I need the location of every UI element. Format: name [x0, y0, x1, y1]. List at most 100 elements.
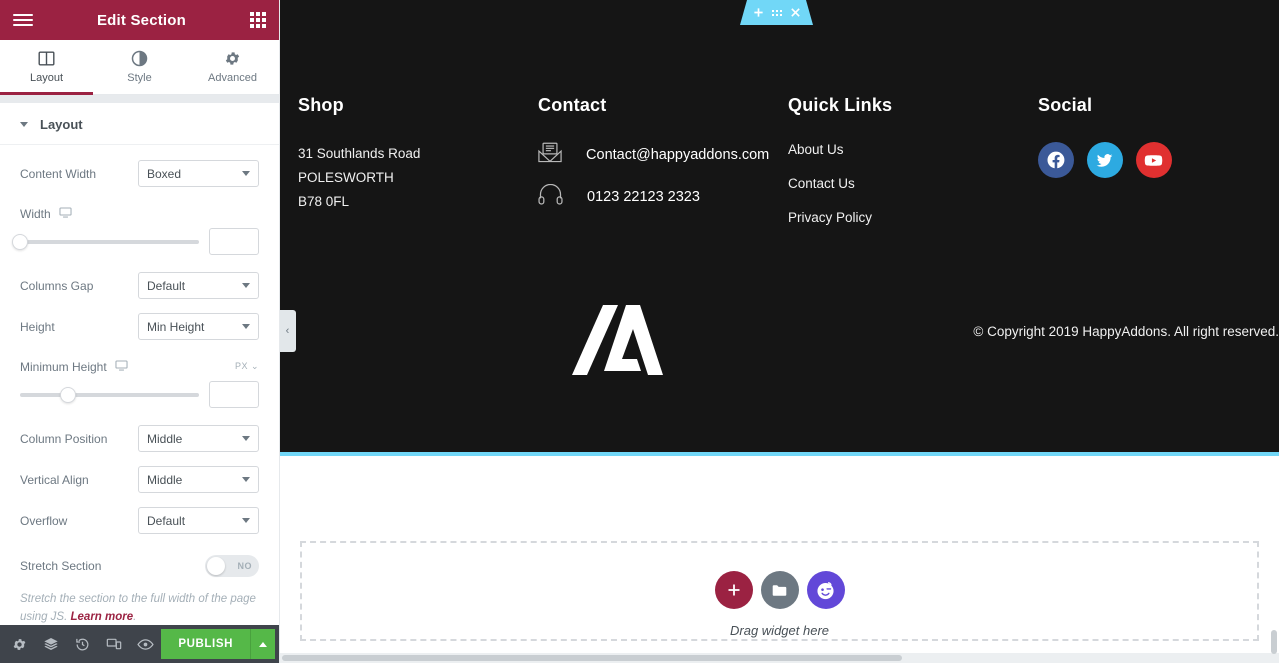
chevron-left-icon: ‹ [285, 324, 290, 337]
width-slider-knob[interactable] [12, 233, 28, 250]
stretch-section-state: NO [237, 561, 252, 571]
column-position-value: Middle [147, 431, 183, 446]
minimum-height-label: Minimum Height [20, 359, 107, 374]
social-links [1037, 142, 1279, 178]
publish-button[interactable]: PUBLISH [161, 629, 251, 659]
minimum-height-unit[interactable]: PX ⌄ [235, 361, 259, 372]
footer-column-social: Social [1037, 95, 1279, 244]
height-select[interactable]: Min Height [138, 313, 259, 340]
chevron-down-icon [20, 122, 28, 127]
width-input[interactable] [209, 228, 259, 255]
happyaddons-button[interactable] [806, 571, 845, 609]
contact-phone-row[interactable]: 0123 22123 2323 [538, 183, 788, 210]
columns-gap-select[interactable]: Default [138, 272, 259, 299]
minimum-height-slider-track [20, 392, 199, 397]
contact-email-row[interactable]: Contact@happyaddons.com [538, 142, 788, 168]
columns-gap-value: Default [147, 278, 186, 293]
close-x-icon[interactable] [790, 7, 801, 18]
chevron-down-icon [242, 436, 250, 441]
learn-more-link[interactable]: Learn more [71, 611, 134, 623]
column-position-label: Column Position [20, 431, 108, 446]
quick-link-about-us[interactable]: About Us [788, 142, 1038, 157]
horizontal-scrollbar-track[interactable] [280, 653, 1279, 663]
footer-section[interactable]: Shop 31 Southlands Road POLESWORTH B78 0… [280, 0, 1279, 456]
control-stretch-section: Stretch Section NO [0, 541, 279, 584]
footer-column-quick-links: Quick Links About Us Contact Us Privacy … [788, 95, 1038, 244]
tab-layout-label: Layout [29, 72, 64, 84]
width-label-group: Width [20, 206, 138, 222]
vertical-scrollbar-thumb[interactable] [1271, 630, 1277, 654]
add-section-button[interactable] [714, 571, 753, 609]
control-vertical-align: Vertical Align Middle [0, 459, 279, 500]
gear-icon [224, 50, 241, 67]
minimum-height-label-group: Minimum Height [20, 359, 128, 375]
facebook-icon[interactable] [1037, 142, 1074, 178]
shop-address-line: 31 Southlands Road [298, 146, 421, 161]
publish-options-button[interactable] [250, 629, 276, 659]
vertical-align-label: Vertical Align [20, 472, 89, 487]
horizontal-scrollbar-thumb[interactable] [282, 655, 902, 661]
footer-column-contact: Contact Contact@happyaddons.com 0123 221… [538, 95, 788, 244]
empty-canvas-area: Drag widget here [280, 456, 1279, 655]
history-revisions-icon[interactable] [67, 625, 98, 663]
content-width-value: Boxed [147, 166, 182, 181]
overflow-value: Default [147, 513, 186, 528]
desktop-icon[interactable] [59, 206, 72, 222]
quick-link-contact-us[interactable]: Contact Us [788, 176, 1038, 191]
content-width-select[interactable]: Boxed [138, 160, 259, 187]
editor-panel: Edit Section Layout Style Advanced Layou… [0, 0, 280, 663]
shop-heading: Shop [298, 95, 344, 115]
overflow-select[interactable]: Default [138, 507, 259, 534]
widget-dropzone[interactable]: Drag widget here [300, 541, 1259, 641]
column-position-select[interactable]: Middle [138, 425, 259, 452]
panel-tabs: Layout Style Advanced [0, 40, 279, 95]
hamburger-icon[interactable] [13, 14, 33, 26]
layers-navigator-icon[interactable] [35, 625, 66, 663]
control-height: Height Min Height [0, 306, 279, 347]
chevron-down-icon [242, 518, 250, 523]
responsive-mode-icon[interactable] [98, 625, 129, 663]
footer-column-shop: Shop 31 Southlands Road POLESWORTH B78 0… [288, 95, 538, 244]
drag-handle-dots-icon[interactable] [772, 10, 782, 16]
contact-heading: Contact [538, 95, 607, 115]
hint-text: Stretch the section to the full width of… [20, 593, 256, 624]
chevron-down-icon [242, 283, 250, 288]
control-content-width: Content Width Boxed [0, 153, 279, 194]
tab-advanced[interactable]: Advanced [186, 40, 279, 94]
overflow-label: Overflow [20, 513, 68, 528]
dropzone-buttons [714, 571, 845, 609]
minimum-height-slider-row [0, 379, 279, 418]
desktop-icon[interactable] [115, 359, 128, 375]
plus-icon[interactable] [753, 7, 764, 18]
settings-gear-icon[interactable] [4, 625, 35, 663]
tab-style[interactable]: Style [93, 40, 186, 94]
tab-layout[interactable]: Layout [0, 40, 93, 95]
minimum-height-slider-knob[interactable] [60, 386, 77, 403]
height-label: Height [20, 319, 55, 334]
elementor-editor: Edit Section Layout Style Advanced Layou… [0, 0, 1279, 663]
envelope-icon [538, 142, 562, 168]
section-toolbar [740, 0, 813, 25]
twitter-icon[interactable] [1086, 142, 1123, 178]
columns-gap-label: Columns Gap [20, 278, 94, 293]
youtube-icon[interactable] [1135, 142, 1172, 178]
contact-phone-text: 0123 22123 2323 [587, 189, 700, 205]
layout-section-title: Layout [40, 117, 83, 132]
panel-collapse-button[interactable]: ‹ [280, 310, 296, 352]
chevron-down-icon [242, 171, 250, 176]
grid-apps-icon[interactable] [250, 12, 266, 28]
preview-canvas: ‹ Shop 31 Southlands Road POLESWORTH B78… [280, 0, 1279, 663]
add-template-button[interactable] [760, 571, 799, 609]
minimum-height-input[interactable] [209, 381, 259, 408]
hint-suffix: . [133, 611, 137, 624]
stretch-section-toggle[interactable]: NO [205, 555, 259, 577]
vertical-align-select[interactable]: Middle [138, 466, 259, 493]
layout-section-header[interactable]: Layout [0, 103, 279, 145]
control-minimum-height: Minimum Height PX ⌄ [0, 347, 279, 379]
layout-controls: Content Width Boxed Width Columns Gap De… [0, 145, 279, 625]
minimum-height-slider[interactable] [20, 386, 199, 403]
content-width-label: Content Width [20, 166, 97, 181]
width-slider[interactable] [12, 233, 199, 250]
quick-link-privacy-policy[interactable]: Privacy Policy [788, 210, 1038, 225]
preview-eye-icon[interactable] [130, 625, 161, 663]
